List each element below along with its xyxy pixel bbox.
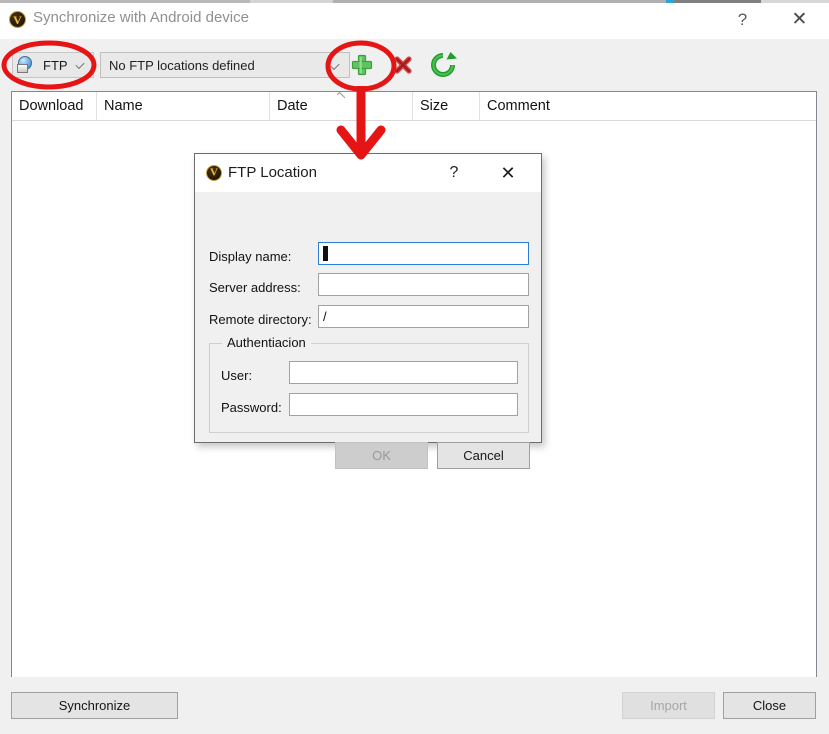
refresh-button[interactable] <box>428 50 458 80</box>
server-address-label: Server address: <box>209 280 301 295</box>
remote-directory-value: / <box>323 309 327 324</box>
listview-header: Download Name Date Size Comment <box>12 91 816 121</box>
add-ftp-location-button[interactable] <box>347 50 377 80</box>
column-label: Comment <box>487 98 550 114</box>
dialog-cancel-button[interactable]: Cancel <box>437 442 530 469</box>
help-button[interactable]: ? <box>720 5 765 35</box>
column-label: Size <box>420 98 449 114</box>
window-title: Synchronize with Android device <box>33 9 249 26</box>
refresh-icon <box>431 52 457 77</box>
display-name-label: Display name: <box>209 249 292 264</box>
ftp-locations-combobox[interactable]: No FTP locations defined <box>100 52 350 78</box>
protocol-label: FTP <box>43 57 68 73</box>
column-header-download[interactable]: Download <box>12 92 97 120</box>
dialog-title: FTP Location <box>228 164 317 181</box>
column-label: Name <box>104 98 143 114</box>
remote-directory-input[interactable]: / <box>318 305 529 328</box>
password-input[interactable] <box>289 393 518 416</box>
close-button[interactable]: Close <box>723 692 816 719</box>
desktop-strip-left <box>0 0 250 3</box>
synchronize-window: Synchronize with Android device ? ✕ FTP … <box>0 0 829 734</box>
synchronize-button[interactable]: Synchronize <box>11 692 178 719</box>
column-label: Date <box>277 98 308 114</box>
window-close-button[interactable]: ✕ <box>777 5 822 35</box>
app-logo-v-icon <box>9 11 26 28</box>
ftp-location-dialog: FTP Location ? ✕ Display name: Server ad… <box>194 153 542 469</box>
display-name-input[interactable] <box>318 242 529 265</box>
desktop-strip-c <box>333 0 666 3</box>
column-header-date[interactable]: Date <box>270 91 413 120</box>
chevron-down-icon <box>330 60 340 71</box>
password-label: Password: <box>221 400 282 415</box>
toolbar: FTP No FTP locations defined <box>0 39 829 91</box>
column-header-comment[interactable]: Comment <box>480 92 816 120</box>
column-label: Download <box>19 98 84 114</box>
dialog-ok-button: OK <box>335 442 428 469</box>
text-cursor <box>323 246 328 261</box>
server-address-input[interactable] <box>318 273 529 296</box>
desktop-strip-right <box>761 0 829 3</box>
authentication-groupbox: Authentiacion User: Password: <box>209 335 529 433</box>
authentication-group-title: Authentiacion <box>222 335 311 350</box>
desktop-strip-b <box>250 0 333 3</box>
column-header-size[interactable]: Size <box>413 92 480 120</box>
remote-directory-label: Remote directory: <box>209 312 312 327</box>
dialog-close-button[interactable]: ✕ <box>488 159 528 187</box>
import-button: Import <box>622 692 715 719</box>
ftp-locations-value: No FTP locations defined <box>109 57 255 73</box>
chevron-down-icon <box>75 59 85 70</box>
app-logo-v-icon <box>206 165 222 181</box>
desktop-strip-e <box>674 0 761 3</box>
user-input[interactable] <box>289 361 518 384</box>
ftp-globe-computer-icon <box>17 56 36 74</box>
delete-ftp-location-button[interactable] <box>388 50 418 80</box>
desktop-strip-accent <box>666 0 674 3</box>
sort-ascending-icon <box>330 91 347 101</box>
window-titlebar: Synchronize with Android device ? ✕ <box>0 0 829 40</box>
protocol-dropdown-button[interactable]: FTP <box>12 52 94 78</box>
dialog-help-button[interactable]: ? <box>434 159 474 187</box>
user-label: User: <box>221 368 253 383</box>
plus-icon <box>351 54 373 76</box>
dialog-titlebar: FTP Location ? ✕ <box>195 154 541 192</box>
column-header-name[interactable]: Name <box>97 92 270 120</box>
